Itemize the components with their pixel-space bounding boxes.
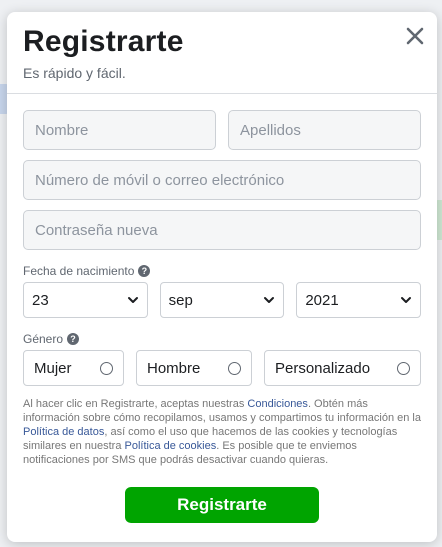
password-input[interactable] [23, 210, 421, 250]
signup-submit-button[interactable]: Registrarte [125, 487, 319, 523]
birthday-label-row: Fecha de nacimiento ? [23, 264, 421, 278]
chevron-down-icon [127, 297, 138, 303]
radio-female[interactable] [100, 362, 113, 375]
dialog-header: Registrarte Es rápido y fácil. [7, 12, 437, 94]
close-icon [406, 27, 424, 45]
dialog-subtitle: Es rápido y fácil. [23, 65, 126, 81]
first-name-input[interactable] [23, 110, 216, 150]
radio-custom[interactable] [397, 362, 410, 375]
close-button[interactable] [403, 24, 427, 48]
last-name-input[interactable] [228, 110, 421, 150]
gender-label-custom: Personalizado [275, 359, 371, 377]
birthday-label: Fecha de nacimiento [23, 264, 135, 278]
signup-dialog: Registrarte Es rápido y fácil. Fecha de … [7, 12, 437, 542]
gender-option-female[interactable]: Mujer [23, 350, 124, 386]
month-value: sep [168, 291, 193, 309]
chevron-down-icon [401, 297, 412, 303]
cookie-policy-link[interactable]: Política de cookies [125, 440, 217, 452]
dialog-title: Registrarte [23, 25, 184, 58]
conditions-link[interactable]: Condiciones [247, 398, 308, 410]
data-policy-link[interactable]: Política de datos [23, 426, 104, 438]
year-select[interactable]: 2021 [296, 282, 422, 318]
radio-male[interactable] [228, 362, 241, 375]
gender-option-custom[interactable]: Personalizado [264, 350, 421, 386]
year-value: 2021 [305, 291, 339, 309]
gender-label-row: Género ? [23, 332, 421, 346]
gender-label-male: Hombre [147, 359, 201, 377]
contact-input[interactable] [23, 160, 421, 200]
gender-option-male[interactable]: Hombre [136, 350, 252, 386]
day-select[interactable]: 23 [23, 282, 148, 318]
help-icon[interactable]: ? [67, 333, 80, 345]
birthday-selects: 23 sep 2021 [23, 282, 422, 318]
terms-text: Al hacer clic en Registrarte, aceptas nu… [23, 397, 421, 467]
gender-label-female: Mujer [34, 359, 72, 377]
gender-options: Mujer Hombre Personalizado [23, 350, 421, 386]
help-icon[interactable]: ? [138, 265, 151, 277]
day-value: 23 [32, 291, 49, 309]
gender-label: Género [23, 332, 64, 346]
signup-form: Fecha de nacimiento ? 23 sep 2021 [7, 94, 437, 523]
terms-text-1: Al hacer clic en Registrarte, aceptas nu… [23, 398, 248, 410]
chevron-down-icon [264, 297, 275, 303]
month-select[interactable]: sep [159, 282, 285, 318]
